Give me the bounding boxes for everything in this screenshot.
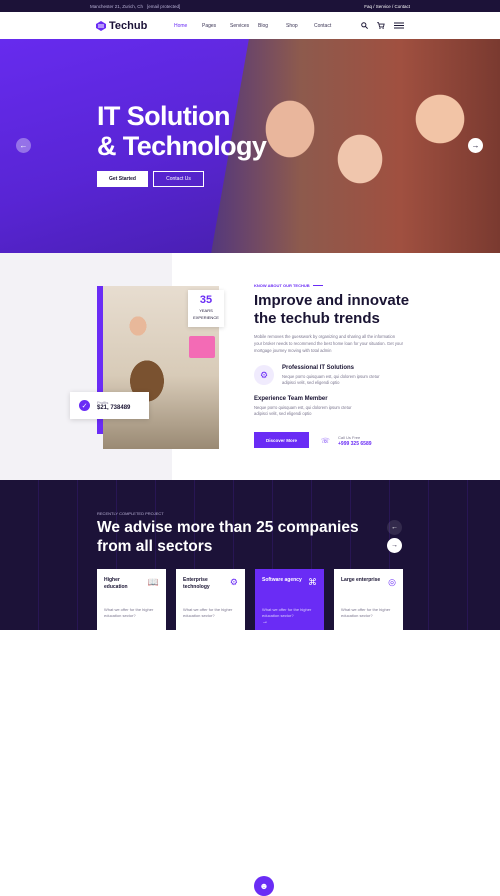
experience-badge: 35 YEARS EXPERIENCE xyxy=(188,290,224,327)
laptop-screen xyxy=(189,336,215,358)
projects-eyebrow: RECENTLY COMPLETED PROJECT xyxy=(97,511,164,516)
project-card[interactable]: Enterprise technology ⚙ What we offer fo… xyxy=(176,569,245,630)
get-started-button[interactable]: Get Started xyxy=(97,171,148,187)
logo-icon xyxy=(96,20,106,31)
nav-services[interactable]: Services xyxy=(230,23,258,29)
nav-shop[interactable]: Shop xyxy=(286,23,314,29)
feature-desc: Neque porro quisquam est, qui dolorem ip… xyxy=(282,374,380,385)
nav-home[interactable]: Home xyxy=(174,23,202,29)
book-icon: 📖 xyxy=(147,577,159,587)
address-text: Manchester 21, Zurich, Ch xyxy=(90,3,144,9)
gear-icon: ⚙ xyxy=(254,365,274,385)
check-icon: ✓ xyxy=(79,400,90,411)
feature-title: Professional IT Solutions xyxy=(282,365,355,371)
card-title: Software agency xyxy=(262,577,302,583)
about-title: Improve and innovate the techub trends xyxy=(254,292,410,327)
experience-number: 35 xyxy=(199,294,213,306)
globe-icon: ◎ xyxy=(388,577,396,587)
cart-icon[interactable] xyxy=(377,22,385,29)
carousel-prev-icon[interactable]: ← xyxy=(387,520,402,535)
nav-pages[interactable]: Pages xyxy=(202,23,230,29)
about-eyebrow: KNOW ABOUT OUR TECHUB xyxy=(254,283,323,288)
card-title: Enterprise technology xyxy=(183,577,210,590)
search-icon[interactable] xyxy=(361,22,368,29)
card-title: Large enterprise xyxy=(341,577,381,583)
carousel-next-icon[interactable]: → xyxy=(387,538,402,553)
hero-title: IT Solution & Technology xyxy=(97,101,267,161)
call-label: Call Us Free xyxy=(338,435,361,440)
feature-item: ☻ Experience Team Member Neque porro qui… xyxy=(254,396,414,896)
site-header: Techub Home Pages Services Blog Shop Con… xyxy=(0,12,500,39)
experience-label-1: YEARS xyxy=(199,308,213,313)
hero-banner: IT Solution & Technology Get Started Con… xyxy=(0,39,500,253)
menu-icon[interactable] xyxy=(394,22,404,29)
project-card-active[interactable]: Software agency ⌘ What we offer for the … xyxy=(255,569,324,630)
card-desc: What we offer for the higher education s… xyxy=(183,607,233,618)
experience-label-2: EXPERIENCE xyxy=(193,315,219,320)
nav-blog[interactable]: Blog xyxy=(258,23,286,29)
hero-title-line1: IT Solution xyxy=(97,101,230,131)
team-icon: ☻ xyxy=(254,876,274,896)
top-links[interactable]: Faq / Service / Contact xyxy=(364,4,410,9)
contact-us-button[interactable]: Contact Us xyxy=(153,171,204,187)
feature-desc: Neque porro quisquam est, qui dolorem ip… xyxy=(254,405,352,416)
code-icon: ⌘ xyxy=(308,577,317,587)
profit-card: ✓ Profits $21, 738489 xyxy=(70,392,149,419)
card-desc: What we offer for the higher education s… xyxy=(104,607,154,618)
phone-icon: ☏ xyxy=(321,438,330,445)
project-card[interactable]: Large enterprise ◎ What we offer for the… xyxy=(334,569,403,630)
about-description: Mobile removes the guesswork by organizi… xyxy=(254,334,403,353)
top-bar: Manchester 21, Zurich, Ch [email protect… xyxy=(0,0,500,12)
logo-text: Techub xyxy=(109,19,148,32)
slider-prev-icon[interactable]: ← xyxy=(16,138,31,153)
card-desc: What we offer for the higher education s… xyxy=(341,607,391,618)
feature-item: ⚙ Professional IT Solutions Neque porro … xyxy=(254,365,414,386)
profit-value: $21, 738489 xyxy=(97,405,131,411)
projects-title: We advise more than 25 companies from al… xyxy=(97,519,359,555)
arrow-right-icon[interactable]: → xyxy=(262,619,268,625)
project-card[interactable]: Higher education 📖 What we offer for the… xyxy=(97,569,166,630)
card-title: Higher education xyxy=(104,577,128,590)
header-icons xyxy=(361,22,404,29)
projects-section: RECENTLY COMPLETED PROJECT We advise mor… xyxy=(0,480,500,630)
feature-title: Experience Team Member xyxy=(254,396,328,402)
main-nav: Home Pages Services Blog Shop Contact xyxy=(174,23,342,29)
about-section xyxy=(0,253,500,480)
logo[interactable]: Techub xyxy=(96,20,174,32)
discover-more-button[interactable]: Discover More xyxy=(254,432,309,448)
slider-next-icon[interactable]: → xyxy=(468,138,483,153)
nav-contact[interactable]: Contact xyxy=(314,23,342,29)
call-number[interactable]: +999 325 6589 xyxy=(338,441,372,447)
hero-title-line2: & Technology xyxy=(97,131,267,161)
email-text[interactable]: [email protected] xyxy=(147,4,180,9)
gear-icon: ⚙ xyxy=(229,577,238,587)
card-desc: What we offer for the higher education s… xyxy=(262,607,312,618)
